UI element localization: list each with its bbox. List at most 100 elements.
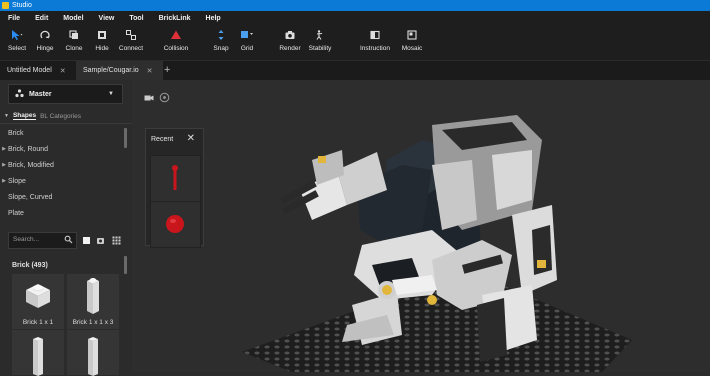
- palette-name: Master: [29, 90, 52, 98]
- brick-tall-icon: [88, 337, 98, 376]
- menu-file[interactable]: File: [0, 15, 27, 22]
- part-tile[interactable]: Brick 1 x 1 x 3: [66, 273, 120, 330]
- collision-icon: [170, 28, 182, 42]
- mosaic-tool[interactable]: Mosaic: [393, 28, 431, 52]
- cursor-icon: [10, 28, 24, 42]
- menu-model[interactable]: Model: [55, 15, 90, 22]
- connect-tool[interactable]: Connect: [112, 28, 150, 52]
- tab-untitled-model[interactable]: Untitled Model ✕: [0, 61, 77, 80]
- expand-arrow-icon[interactable]: ▶: [0, 178, 8, 184]
- category-label: Brick, Modified: [8, 161, 54, 169]
- category-label: Brick: [8, 129, 24, 137]
- app-icon: [2, 2, 9, 9]
- part-tile[interactable]: [66, 329, 120, 376]
- category-brick-round[interactable]: ▶ Brick, Round: [0, 141, 122, 157]
- part-tile[interactable]: [11, 329, 65, 376]
- instruction-tool[interactable]: Instruction: [356, 28, 394, 52]
- settings-icon[interactable]: [96, 236, 105, 247]
- connect-icon: [125, 28, 137, 42]
- snap-label: Snap: [213, 45, 229, 52]
- expand-arrow-icon[interactable]: ▶: [0, 162, 8, 168]
- render-label: Render: [279, 45, 301, 52]
- clone-label: Clone: [65, 45, 83, 52]
- clone-icon: [68, 28, 80, 42]
- collision-label: Collision: [163, 45, 189, 52]
- tab-label: Untitled Model: [7, 67, 52, 74]
- category-brick-modified[interactable]: ▶ Brick, Modified: [0, 157, 122, 173]
- mosaic-label: Mosaic: [401, 45, 423, 52]
- add-tab-button[interactable]: +: [164, 64, 170, 76]
- menu-tool[interactable]: Tool: [121, 15, 150, 22]
- recent-panel: Recent ✕: [145, 128, 204, 248]
- stability-icon: [314, 28, 326, 42]
- document-tabs: Untitled Model ✕ Sample/Cougar.io ✕ +: [0, 61, 710, 80]
- collapse-icon[interactable]: ▼: [4, 113, 9, 119]
- tab-bl-categories[interactable]: BL Categories: [40, 113, 81, 120]
- category-label: Slope, Curved: [8, 193, 53, 201]
- tab-shapes[interactable]: Shapes: [12, 112, 37, 120]
- hide-label: Hide: [95, 45, 109, 52]
- menu-bar: File Edit Model View Tool BrickLink Help: [0, 11, 710, 26]
- stability-label: Stability: [308, 45, 332, 52]
- close-icon[interactable]: ✕: [187, 133, 195, 144]
- collision-tool[interactable]: Collision: [157, 28, 195, 52]
- part-tile[interactable]: Brick 1 x 1: [11, 273, 65, 330]
- category-scrollbar[interactable]: [124, 128, 127, 148]
- grid-icon: [239, 28, 255, 42]
- category-list: Brick ▶ Brick, Round ▶ Brick, Modified ▶ Sl…: [0, 125, 122, 221]
- brick-group-header: Brick (493): [12, 262, 48, 269]
- category-label: Brick, Round: [8, 145, 49, 153]
- category-brick[interactable]: Brick: [0, 125, 122, 141]
- recent-part[interactable]: [150, 201, 201, 248]
- close-icon[interactable]: ✕: [60, 67, 66, 75]
- title-bar: Studio: [0, 0, 710, 11]
- camera-icon: [284, 28, 296, 42]
- brick-1x1x3-icon: [87, 278, 99, 314]
- 3d-viewport[interactable]: [132, 80, 710, 372]
- chevron-down-icon: ▼: [108, 91, 114, 97]
- palette-dropdown[interactable]: Master ▼: [8, 84, 123, 104]
- recent-header: Recent ✕: [146, 129, 203, 149]
- grid-view-icon[interactable]: [112, 236, 121, 247]
- red-pin-icon: [172, 165, 178, 190]
- recent-part[interactable]: [150, 155, 201, 202]
- hide-icon: [96, 28, 108, 42]
- recent-title: Recent: [151, 135, 174, 143]
- menu-help[interactable]: Help: [198, 15, 228, 22]
- snap-icon: [215, 28, 227, 42]
- grid-tool[interactable]: Grid: [228, 28, 266, 52]
- search-input[interactable]: Search...: [8, 232, 77, 249]
- category-plate[interactable]: Plate: [0, 205, 122, 221]
- category-label: Slope: [8, 177, 26, 185]
- menu-edit[interactable]: Edit: [27, 15, 55, 22]
- parts-scrollbar[interactable]: [124, 256, 127, 274]
- mosaic-icon: [406, 28, 418, 42]
- category-label: Plate: [8, 209, 24, 217]
- tab-cougar[interactable]: Sample/Cougar.io ✕: [76, 61, 163, 80]
- search-icon[interactable]: [64, 235, 73, 246]
- hinge-label: Hinge: [36, 45, 54, 52]
- connect-label: Connect: [118, 45, 144, 52]
- color-swatch-icon[interactable]: [83, 237, 90, 244]
- palette-tabs: ▼ Shapes BL Categories: [0, 109, 132, 124]
- tab-label: Sample/Cougar.io: [83, 67, 139, 74]
- category-slope-curved[interactable]: Slope, Curved: [0, 189, 122, 205]
- instruction-label: Instruction: [360, 45, 390, 52]
- brick-1x1-icon: [26, 284, 50, 308]
- toolbar: Select Hinge Clone Hide Connect Collisio…: [0, 26, 710, 60]
- menu-bricklink[interactable]: BrickLink: [151, 15, 198, 22]
- grid-label: Grid: [240, 45, 254, 52]
- expand-arrow-icon[interactable]: ▶: [0, 146, 8, 152]
- category-slope[interactable]: ▶ Slope: [0, 173, 122, 189]
- brick-tall-icon: [33, 337, 43, 376]
- part-label: Brick 1 x 1: [22, 319, 54, 326]
- window-title: Studio: [12, 2, 32, 9]
- close-icon[interactable]: ✕: [147, 67, 153, 75]
- menu-view[interactable]: View: [91, 15, 122, 22]
- search-placeholder: Search...: [13, 236, 40, 243]
- part-label: Brick 1 x 1 x 3: [72, 319, 114, 326]
- stability-tool[interactable]: Stability: [301, 28, 339, 52]
- model-render: [242, 115, 632, 372]
- select-label: Select: [7, 45, 27, 52]
- parts-palette: Master ▼ ▼ Shapes BL Categories Brick ▶ B…: [0, 80, 132, 376]
